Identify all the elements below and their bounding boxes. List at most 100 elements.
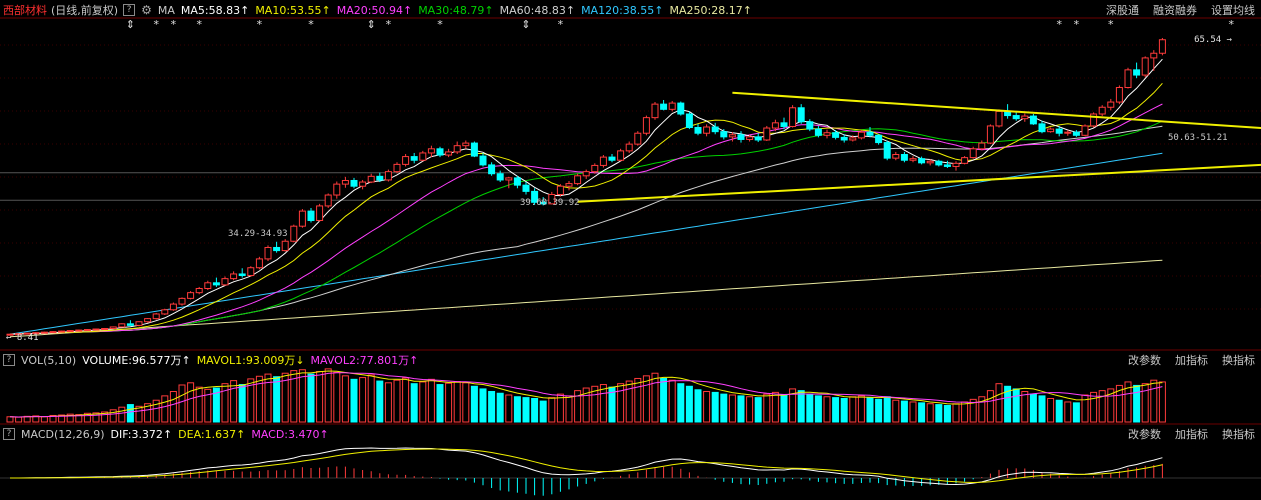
volume-bar-up: [703, 391, 711, 423]
candle-up: [118, 323, 126, 328]
candle-up: [83, 329, 91, 332]
candle-down: [918, 158, 926, 164]
volume-bar-down: [531, 397, 539, 423]
candle-down: [479, 155, 487, 166]
candle-up: [49, 331, 57, 334]
candle-down: [720, 131, 728, 138]
event-marker: *: [386, 18, 392, 31]
volume-bar-down: [875, 398, 883, 423]
candle-up: [109, 326, 117, 329]
volume-bar-down: [479, 388, 487, 423]
candle-down: [685, 113, 693, 129]
candle-up: [651, 103, 659, 119]
candle-down: [410, 156, 418, 161]
volume-bar-down: [1029, 393, 1037, 423]
candle-down: [840, 136, 848, 141]
candle-up: [617, 150, 625, 161]
candle-up: [1047, 128, 1055, 133]
mavol2-value: MAVOL2:77.801万↑: [310, 354, 419, 367]
candle-up: [453, 145, 461, 153]
macd-label[interactable]: MACD(12,26,9): [21, 428, 105, 441]
candle-up: [969, 148, 977, 159]
candle-up: [298, 210, 306, 227]
volume-change-params[interactable]: 改参数: [1128, 352, 1161, 368]
candle-up: [1115, 87, 1123, 103]
candle-up: [668, 102, 676, 110]
candle-down: [513, 177, 521, 186]
candle-up: [995, 110, 1003, 127]
volume-bar-down: [780, 394, 788, 423]
volume-bar-up: [393, 379, 401, 423]
candle-up: [230, 273, 238, 280]
volume-bar-up: [1150, 379, 1158, 423]
volume-add-indicator[interactable]: 加指标: [1175, 352, 1208, 368]
candle-up: [1150, 52, 1158, 59]
volume-bar-down: [539, 400, 547, 423]
candle-down: [488, 164, 496, 175]
volume-bar-down: [806, 393, 814, 423]
volume-bar-down: [410, 383, 418, 423]
candle-up: [728, 134, 736, 138]
candle-up: [961, 157, 969, 164]
volume-label[interactable]: VOL(5,10): [21, 354, 76, 367]
volume-bar-up: [995, 383, 1003, 423]
candle-up: [40, 331, 48, 334]
candle-up: [574, 175, 582, 185]
candle-up: [926, 160, 934, 164]
candle-down: [1072, 131, 1080, 136]
candle-up: [324, 194, 332, 207]
volume-bar-up: [1021, 391, 1029, 423]
volume-help-icon[interactable]: ?: [3, 354, 15, 366]
event-marker: *: [1074, 18, 1080, 31]
volume-bar-up: [823, 396, 831, 423]
event-marker: *: [257, 18, 263, 31]
ma5-line: [9, 58, 1163, 335]
candle-down: [875, 134, 883, 144]
volume-bar-down: [1038, 395, 1046, 423]
candle-down: [866, 131, 874, 136]
low-price-label: ← 8.41: [6, 333, 39, 343]
candle-up: [281, 240, 289, 252]
macd-switch-indicator[interactable]: 换指标: [1222, 426, 1255, 442]
volume-bar-down: [866, 397, 874, 423]
event-marker: *: [153, 18, 159, 31]
volume-switch-indicator[interactable]: 换指标: [1222, 352, 1255, 368]
candle-down: [737, 134, 745, 140]
volume-value: VOLUME:96.577万↑: [82, 354, 191, 367]
high-price-label: 65.54 →: [1194, 35, 1233, 45]
volume-bar-down: [797, 390, 805, 423]
candle-up: [746, 136, 754, 140]
volume-bar-up: [1064, 401, 1072, 423]
volume-bar-up: [333, 371, 341, 423]
volume-bar-down: [1055, 399, 1063, 423]
candle-down: [212, 282, 220, 286]
candle-up: [195, 288, 203, 294]
volume-bar-down: [496, 392, 504, 423]
candle-up: [591, 164, 599, 173]
volume-bar-up: [264, 373, 272, 423]
volume-bar-down: [470, 385, 478, 423]
volume-bar-up: [402, 377, 410, 423]
candle-down: [832, 132, 840, 138]
macd-change-params[interactable]: 改参数: [1128, 426, 1161, 442]
volume-bar-down: [436, 384, 444, 423]
candle-up: [1021, 115, 1029, 120]
volume-bar-down: [883, 396, 891, 423]
event-marker: ⇕: [521, 18, 530, 31]
volume-bar-down: [660, 377, 668, 423]
candle-down: [1133, 69, 1141, 76]
candle-up: [144, 318, 152, 323]
candle-up: [849, 137, 857, 141]
event-marker: *: [196, 18, 202, 31]
macd-value: MACD:3.470↑: [251, 427, 329, 441]
candle-up: [66, 330, 74, 333]
trendline-lower: [577, 163, 1261, 203]
candle-down: [1055, 128, 1063, 134]
volume-bar-up: [505, 394, 513, 423]
volume-bar-up: [187, 382, 195, 423]
volume-bar-up: [1158, 381, 1166, 423]
candle-up: [316, 205, 324, 221]
event-marker: *: [558, 18, 564, 31]
macd-add-indicator[interactable]: 加指标: [1175, 426, 1208, 442]
macd-help-icon[interactable]: ?: [3, 428, 15, 440]
